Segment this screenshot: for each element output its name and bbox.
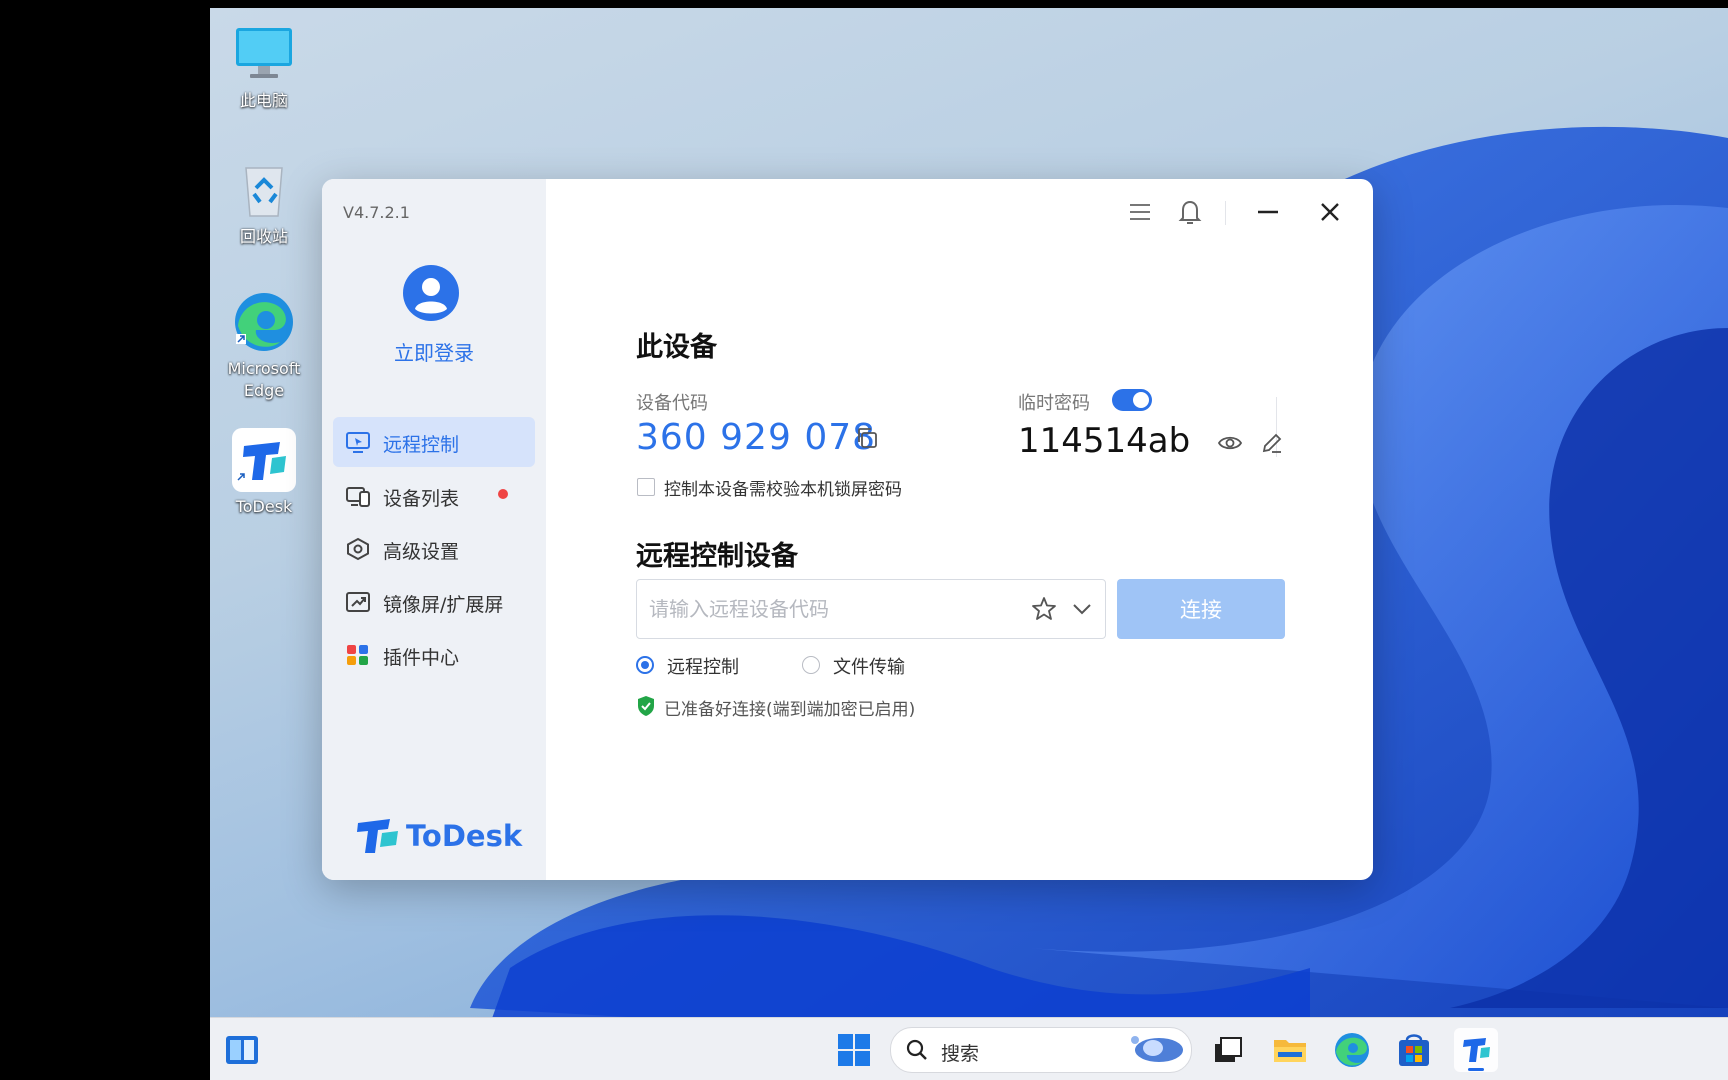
lock-screen-password-label: 控制本设备需校验本机锁屏密码 (664, 480, 902, 500)
plugins-icon (347, 645, 368, 665)
monitor-icon (232, 22, 296, 86)
notification-badge (498, 489, 508, 499)
sidebar-item-mirror-extend[interactable]: 镜像屏/扩展屏 (333, 577, 535, 627)
widgets-icon (226, 1036, 258, 1064)
desktop-icon-this-pc[interactable]: 此电脑 (216, 22, 312, 112)
temp-password: 114514ab (1018, 421, 1191, 461)
desktop-icon-recycle-bin[interactable]: 回收站 (216, 158, 312, 248)
connect-button[interactable]: 连接 (1117, 579, 1285, 639)
edge-taskbar-button[interactable] (1330, 1028, 1374, 1072)
mode-radio-remote-control[interactable] (636, 656, 654, 674)
sidebar-item-label: 镜像屏/扩展屏 (383, 594, 504, 616)
remote-control-heading: 远程控制设备 (636, 541, 798, 572)
brand-text: ToDesk (406, 819, 523, 853)
version-label: V4.7.2.1 (343, 203, 410, 222)
shield-check-icon (638, 696, 654, 716)
file-explorer-button[interactable] (1268, 1028, 1312, 1072)
menu-button[interactable] (1124, 196, 1156, 228)
temp-password-toggle[interactable] (1112, 389, 1152, 411)
user-icon (403, 265, 459, 321)
sidebar-item-plugins[interactable]: 插件中心 (333, 630, 535, 680)
menu-icon (1130, 204, 1150, 220)
recycle-bin-icon (232, 158, 296, 222)
todesk-logo: ToDesk (356, 817, 526, 857)
edge-icon (1335, 1033, 1369, 1067)
notifications-button[interactable] (1174, 196, 1206, 228)
todesk-app-icon (1463, 1038, 1490, 1062)
close-button[interactable] (1314, 196, 1346, 228)
settings-hexagon-icon (347, 537, 369, 561)
sidebar-item-remote-control[interactable]: 远程控制 (333, 417, 535, 467)
star-icon (1032, 597, 1056, 620)
device-code-label: 设备代码 (636, 393, 708, 414)
edge-icon (232, 290, 296, 354)
main-panel: 此设备 设备代码 360 929 078 临时密码 114514ab 控制本设备… (546, 179, 1373, 880)
widgets-button[interactable] (220, 1028, 264, 1072)
sidebar-item-advanced-settings[interactable]: 高级设置 (333, 524, 535, 574)
desktop-icon-edge[interactable]: Microsoft Edge (216, 290, 312, 402)
desktop-icon-todesk[interactable]: ToDesk (216, 428, 312, 518)
screen-extend-icon (346, 592, 370, 612)
task-view-button[interactable] (1206, 1028, 1250, 1072)
sidebar: V4.7.2.1 立即登录 远程控制 设备列表 高级设置 镜像屏/扩展屏 插件中… (322, 179, 546, 880)
search-highlight-icon (1131, 1036, 1183, 1062)
titlebar-divider (1225, 201, 1226, 225)
mode-radio-file-transfer[interactable] (802, 656, 820, 674)
favorite-button[interactable] (1030, 595, 1058, 623)
store-icon (1399, 1034, 1429, 1066)
devices-icon (346, 487, 370, 507)
active-app-indicator (1468, 1068, 1484, 1071)
sidebar-item-device-list[interactable]: 设备列表 (333, 471, 535, 521)
start-button[interactable] (832, 1028, 876, 1072)
todesk-logo-icon (357, 819, 398, 853)
todesk-window: V4.7.2.1 立即登录 远程控制 设备列表 高级设置 镜像屏/扩展屏 插件中… (322, 179, 1373, 880)
edit-password-button[interactable] (1258, 429, 1286, 457)
windows-logo-icon (838, 1034, 870, 1066)
folder-icon (1274, 1040, 1306, 1062)
sidebar-item-label: 远程控制 (383, 434, 460, 456)
chevron-down-icon (1073, 604, 1091, 615)
copy-code-button[interactable] (854, 425, 880, 451)
sidebar-item-label: 高级设置 (383, 541, 460, 563)
desktop-icon-label: 此电脑 (239, 91, 288, 110)
copy-icon (858, 428, 877, 448)
device-code: 360 929 078 (636, 417, 877, 458)
sidebar-item-label: 插件中心 (383, 647, 460, 669)
todesk-app-icon (232, 428, 296, 492)
eye-icon (1217, 436, 1243, 450)
minimize-icon (1258, 210, 1278, 214)
mode-label: 远程控制 (667, 657, 739, 678)
desktop-icon-label: ToDesk (235, 497, 293, 516)
task-view-icon (1215, 1037, 1242, 1062)
desktop-icon-label: 回收站 (239, 227, 288, 246)
toggle-knob (1133, 392, 1149, 408)
mode-label: 文件传输 (833, 657, 905, 678)
taskbar-search[interactable]: 搜索 (890, 1027, 1192, 1073)
search-icon (906, 1039, 927, 1060)
desktop-icon-label: Microsoft Edge (227, 359, 301, 400)
remote-desktop-icon (346, 432, 370, 453)
connection-status: 已准备好连接(端到端加密已启用) (664, 700, 916, 720)
search-label: 搜索 (941, 1043, 980, 1065)
lock-screen-password-checkbox[interactable] (637, 478, 655, 496)
pencil-icon (1262, 433, 1282, 453)
bell-icon (1178, 200, 1202, 224)
todesk-taskbar-button[interactable] (1454, 1028, 1498, 1072)
temp-password-label: 临时密码 (1018, 393, 1090, 414)
sidebar-item-label: 设备列表 (383, 488, 460, 510)
this-device-heading: 此设备 (636, 332, 717, 363)
close-icon (1321, 203, 1339, 221)
show-password-button[interactable] (1216, 429, 1244, 457)
store-button[interactable] (1392, 1028, 1436, 1072)
minimize-button[interactable] (1252, 196, 1284, 228)
history-dropdown-button[interactable] (1068, 595, 1096, 623)
login-link[interactable]: 立即登录 (322, 337, 546, 366)
avatar[interactable] (403, 265, 459, 321)
taskbar: 搜索 (210, 1017, 1728, 1080)
